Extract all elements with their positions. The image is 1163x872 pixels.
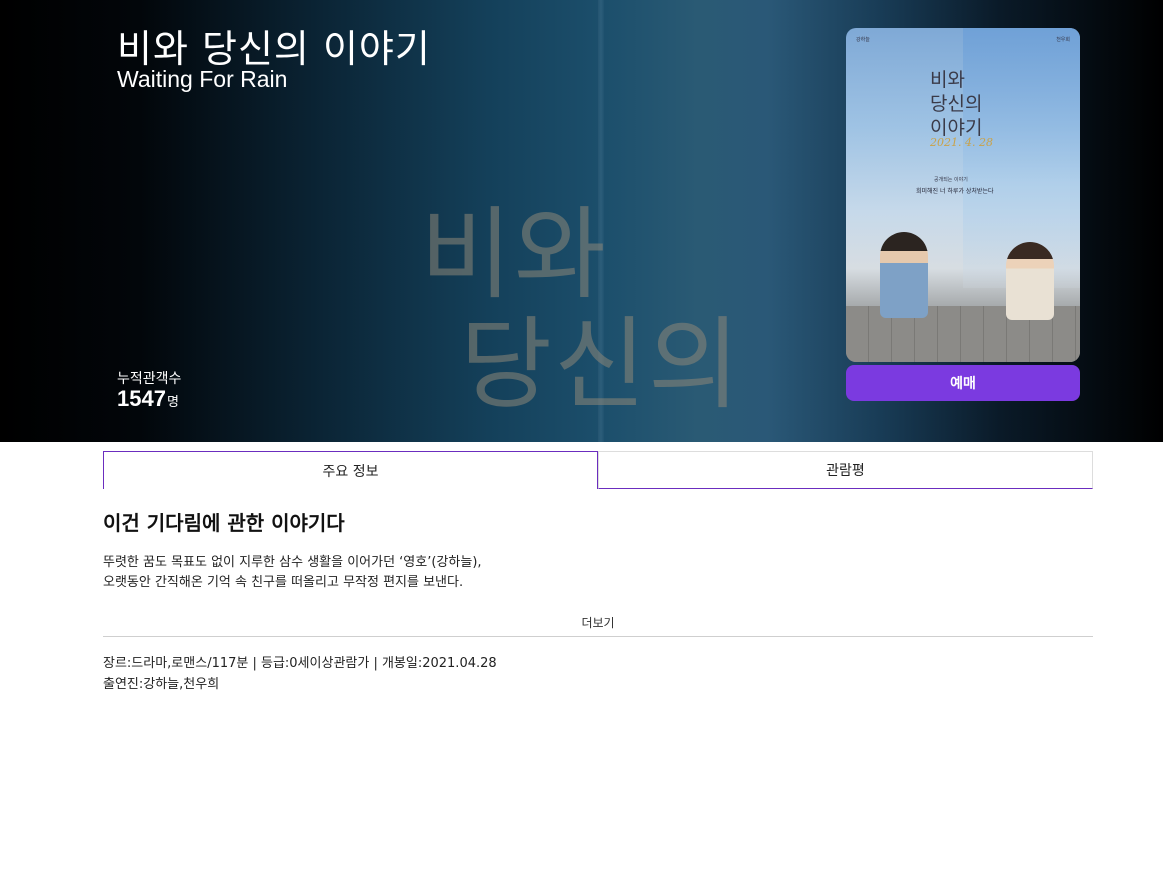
movie-meta-cast: 출연진:강하늘,천우희 (103, 677, 220, 692)
audience-count: 1547명 (117, 386, 179, 412)
calligraphy-line-1: 비와 (420, 196, 608, 313)
movie-meta-genre-rating-release: 장르:드라마,로맨스/117분 | 등급:0세이상관람가 | 개봉일:2021.… (103, 656, 497, 671)
poster-person-right (1006, 242, 1054, 320)
tab-reviews[interactable]: 관람평 (598, 451, 1093, 489)
poster-person-left (880, 232, 928, 318)
reserve-button[interactable]: 예매 (846, 365, 1080, 401)
more-button[interactable]: 더보기 (103, 614, 1093, 631)
synopsis-headline: 이건 기다림에 관한 이야기다 (103, 511, 345, 535)
synopsis-text: 뚜렷한 꿈도 목표도 없이 지루한 삼수 생활을 이어가던 ‘영호’(강하늘),… (103, 553, 482, 593)
movie-meta: 장르:드라마,로맨스/117분 | 등급:0세이상관람가 | 개봉일:2021.… (103, 653, 497, 695)
poster-actor-right: 천우희 (1056, 37, 1070, 43)
calligraphy-line-2: 당신의 (460, 306, 742, 423)
poster-tagline: 희미해진 너 하루가 상처받는다 (916, 188, 994, 195)
movie-title-korean: 비와 당신의 이야기 (117, 27, 431, 71)
audience-count-number: 1547 (117, 386, 166, 411)
poster-actor-left: 강하늘 (856, 37, 870, 43)
poster-date: 2021. 4. 28 (930, 136, 993, 149)
movie-poster: 강하늘 천우희 비와 당신의 이야기 2021. 4. 28 공개되는 이야기 … (846, 28, 1080, 362)
poster-tagline-small: 공개되는 이야기 (934, 177, 968, 183)
audience-count-unit: 명 (166, 395, 179, 410)
poster-title: 비와 당신의 이야기 (930, 68, 1050, 140)
poster-title-line-2: 당신의 (930, 93, 983, 115)
detail-tabs: 주요 정보 관람평 (103, 451, 1093, 489)
movie-hero: 비와 당신의 비와 당신의 이야기 Waiting For Rain 누적관객수… (0, 0, 1163, 442)
audience-label: 누적관객수 (117, 371, 182, 387)
synopsis-line-1: 뚜렷한 꿈도 목표도 없이 지루한 삼수 생활을 이어가던 ‘영호’(강하늘), (103, 555, 482, 570)
poster-title-line-1: 비와 (930, 69, 965, 91)
movie-title-english: Waiting For Rain (117, 66, 288, 92)
tab-main-info[interactable]: 주요 정보 (103, 451, 598, 489)
section-divider (103, 636, 1093, 637)
synopsis-line-2: 오랫동안 간직해온 기억 속 친구를 떠올리고 무작정 편지를 보낸다. (103, 575, 464, 590)
hero-background-calligraphy: 비와 당신의 (420, 200, 800, 420)
